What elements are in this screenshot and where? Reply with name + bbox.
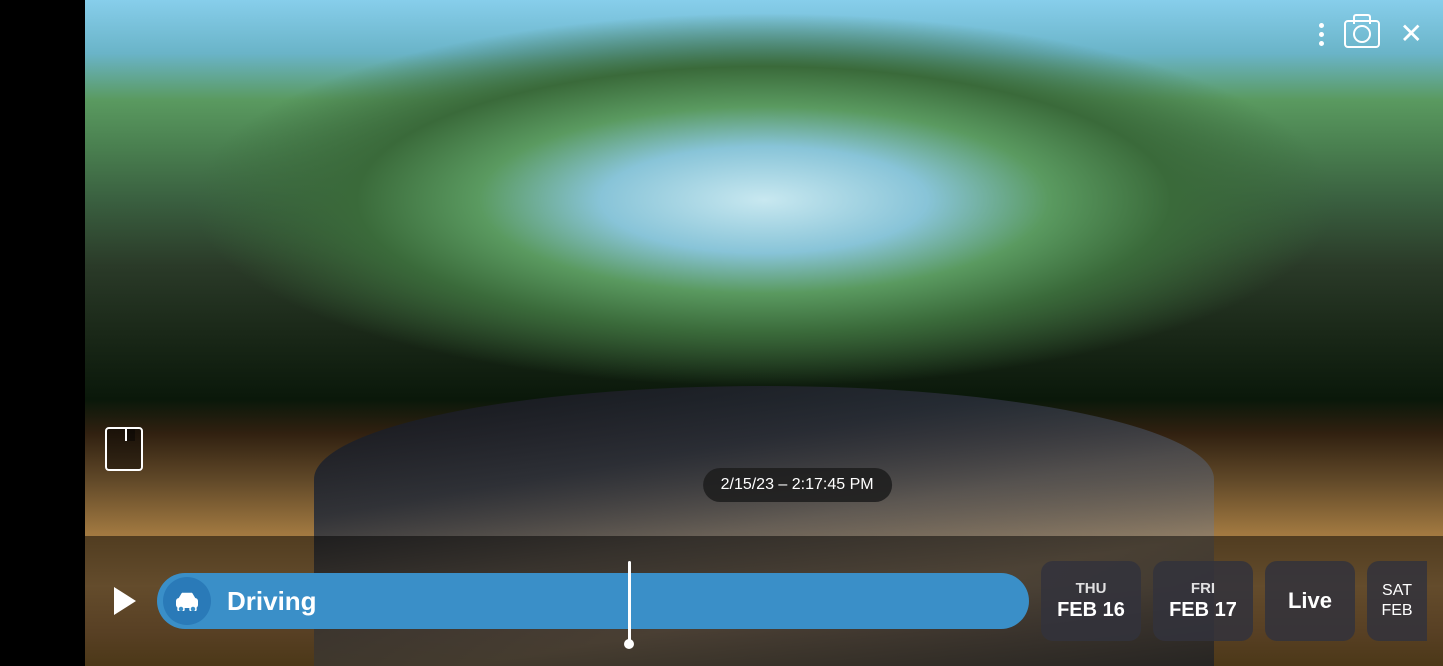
partial-day-name: SAT (1382, 582, 1412, 600)
scrubber-line[interactable] (628, 561, 631, 641)
top-controls: ✕ (1319, 20, 1423, 48)
timeline-track[interactable]: Driving (157, 573, 1029, 629)
bottom-bar: Driving THU FEB 16 FRI FEB 17 Live SAT F… (85, 536, 1443, 666)
timeline-container[interactable]: Driving (157, 561, 1029, 641)
screenshot-button[interactable] (1344, 20, 1380, 48)
day-button-thu-feb-16[interactable]: THU FEB 16 (1041, 561, 1141, 641)
day-name-fri: FRI (1191, 580, 1215, 597)
car-icon (174, 591, 200, 611)
live-button[interactable]: Live (1265, 561, 1355, 641)
scrubber-dot (624, 639, 634, 649)
sd-card-button[interactable] (105, 427, 143, 471)
left-panel (0, 0, 85, 666)
close-button[interactable]: ✕ (1400, 20, 1423, 48)
timestamp-text: 2/15/23 – 2:17:45 PM (721, 476, 874, 493)
driving-label: Driving (227, 586, 317, 617)
more-options-button[interactable] (1319, 23, 1324, 46)
day-button-partial[interactable]: SAT FEB (1367, 561, 1427, 641)
driving-segment-icon (163, 577, 211, 625)
day-button-fri-feb-17[interactable]: FRI FEB 17 (1153, 561, 1253, 641)
partial-day-date: FEB (1381, 602, 1412, 620)
live-label: Live (1288, 588, 1332, 614)
timestamp-tooltip: 2/15/23 – 2:17:45 PM (703, 468, 892, 502)
day-date-feb17: FEB 17 (1169, 599, 1237, 622)
day-name-thu: THU (1076, 580, 1107, 597)
play-button[interactable] (101, 579, 145, 623)
play-icon (114, 587, 136, 615)
day-date-feb16: FEB 16 (1057, 599, 1125, 622)
